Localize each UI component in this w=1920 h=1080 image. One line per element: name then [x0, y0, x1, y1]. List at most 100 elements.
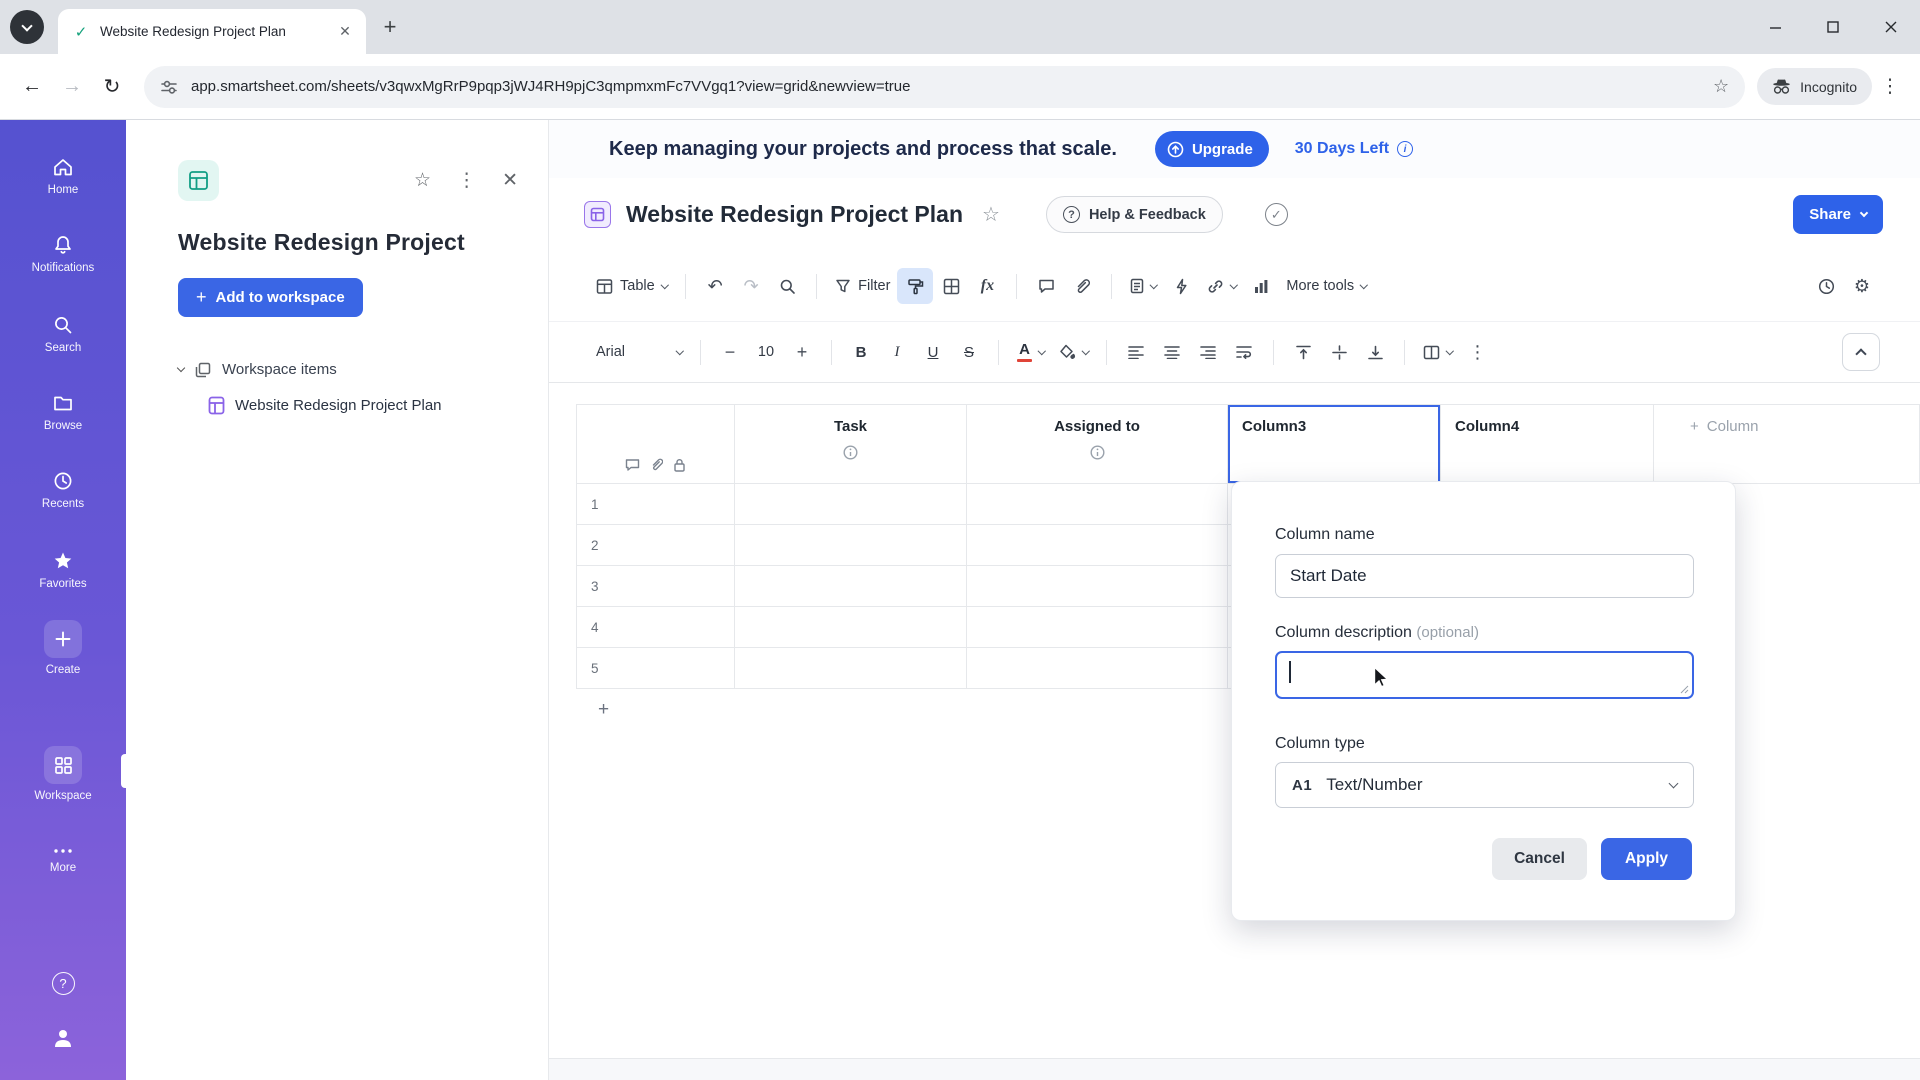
- filter-button[interactable]: Filter: [828, 268, 897, 304]
- tab-close-icon[interactable]: ✕: [334, 21, 356, 43]
- info-icon[interactable]: [1089, 445, 1105, 460]
- bottom-scroll-area[interactable]: [549, 1058, 1920, 1080]
- borders-button[interactable]: [933, 268, 969, 304]
- apply-button[interactable]: Apply: [1600, 838, 1692, 880]
- valign-middle-button[interactable]: [1321, 334, 1357, 370]
- row-number[interactable]: 4: [576, 607, 735, 648]
- row-number[interactable]: 3: [576, 566, 735, 607]
- font-select[interactable]: Arial: [589, 334, 689, 370]
- grid-cell[interactable]: [967, 484, 1228, 525]
- grid-cell[interactable]: [735, 566, 967, 607]
- info-icon[interactable]: [843, 445, 858, 460]
- column-header-column4[interactable]: Column4: [1441, 405, 1654, 484]
- format-painter-button[interactable]: [897, 268, 934, 304]
- back-button[interactable]: ←: [12, 67, 52, 107]
- redo-button[interactable]: ↷: [733, 268, 769, 304]
- site-info-icon[interactable]: [160, 78, 178, 96]
- decrease-font-button[interactable]: −: [712, 334, 748, 370]
- attachment-button[interactable]: [1064, 268, 1100, 304]
- align-left-button[interactable]: [1118, 334, 1154, 370]
- comment-button[interactable]: [1028, 268, 1064, 304]
- grid-corner-header[interactable]: [576, 405, 735, 484]
- text-color-button[interactable]: A: [1010, 334, 1052, 370]
- underline-button[interactable]: U: [915, 334, 951, 370]
- align-center-button[interactable]: [1154, 334, 1190, 370]
- font-size-value[interactable]: 10: [748, 334, 784, 370]
- resize-handle-icon[interactable]: [1680, 685, 1689, 694]
- sheet-list-item[interactable]: Website Redesign Project Plan: [208, 396, 518, 415]
- chart-button[interactable]: [1243, 268, 1279, 304]
- more-tools-button[interactable]: More tools: [1279, 268, 1373, 304]
- sidebar-item-notifications[interactable]: Notifications: [0, 234, 126, 274]
- add-column-button[interactable]: + Column: [1654, 405, 1920, 484]
- window-minimize-button[interactable]: [1746, 0, 1804, 54]
- grid-cell[interactable]: [967, 525, 1228, 566]
- add-to-workspace-button[interactable]: + Add to workspace: [178, 278, 363, 317]
- table-options-button[interactable]: [1416, 334, 1460, 370]
- account-button[interactable]: [0, 1026, 126, 1050]
- help-button[interactable]: ?: [0, 972, 126, 995]
- grid-cell[interactable]: [735, 525, 967, 566]
- search-button[interactable]: [769, 268, 805, 304]
- address-bar[interactable]: app.smartsheet.com/sheets/v3qwxMgRrP9pqp…: [144, 65, 1746, 108]
- column-type-select[interactable]: A1 Text/Number: [1275, 762, 1694, 808]
- column-header-column3[interactable]: Column3: [1228, 405, 1441, 484]
- grid-cell[interactable]: [967, 607, 1228, 648]
- panel-favorite-icon[interactable]: ☆: [414, 169, 431, 192]
- grid-cell[interactable]: [967, 648, 1228, 689]
- sidebar-item-recents[interactable]: Recents: [0, 470, 126, 510]
- sidebar-item-more[interactable]: More: [0, 846, 126, 874]
- grid-cell[interactable]: [735, 648, 967, 689]
- sidebar-item-favorites[interactable]: Favorites: [0, 550, 126, 590]
- sidebar-item-home[interactable]: Home: [0, 156, 126, 196]
- format-more-button[interactable]: ⋮: [1460, 334, 1496, 370]
- reload-button[interactable]: ↻: [92, 67, 132, 107]
- panel-menu-icon[interactable]: ⋮: [457, 169, 476, 192]
- formula-button[interactable]: fx: [969, 268, 1005, 304]
- settings-button[interactable]: ⚙: [1844, 268, 1880, 304]
- row-number[interactable]: 5: [576, 648, 735, 689]
- cancel-button[interactable]: Cancel: [1492, 838, 1587, 880]
- bookmark-star-icon[interactable]: ☆: [1713, 76, 1729, 97]
- wrap-text-button[interactable]: [1226, 334, 1262, 370]
- browser-tab[interactable]: ✓ Website Redesign Project Plan ✕: [58, 9, 366, 54]
- sidebar-item-browse[interactable]: Browse: [0, 392, 126, 432]
- row-number[interactable]: 1: [576, 484, 735, 525]
- forward-button[interactable]: →: [52, 67, 92, 107]
- activity-log-button[interactable]: [1808, 268, 1844, 304]
- panel-close-icon[interactable]: ✕: [502, 169, 518, 192]
- collapse-toolbar-button[interactable]: [1842, 333, 1880, 371]
- column-description-input[interactable]: [1275, 651, 1694, 699]
- strikethrough-button[interactable]: S: [951, 334, 987, 370]
- sidebar-item-workspace[interactable]: Workspace: [0, 746, 126, 802]
- link-button[interactable]: [1200, 268, 1244, 304]
- document-button[interactable]: [1123, 268, 1164, 304]
- window-close-button[interactable]: [1862, 0, 1920, 54]
- grid-cell[interactable]: [735, 607, 967, 648]
- workspace-items-toggle[interactable]: Workspace items: [176, 361, 518, 378]
- row-number[interactable]: 2: [576, 525, 735, 566]
- align-right-button[interactable]: [1190, 334, 1226, 370]
- new-tab-button[interactable]: +: [374, 11, 406, 43]
- valign-top-button[interactable]: [1285, 334, 1321, 370]
- automation-button[interactable]: [1164, 268, 1200, 304]
- grid-cell[interactable]: [967, 566, 1228, 607]
- fill-color-button[interactable]: [1052, 334, 1096, 370]
- column-header-assigned-to[interactable]: Assigned to: [967, 405, 1228, 484]
- upgrade-button[interactable]: Upgrade: [1154, 131, 1269, 167]
- favorite-sheet-icon[interactable]: ☆: [982, 202, 1000, 227]
- increase-font-button[interactable]: +: [784, 334, 820, 370]
- share-button[interactable]: Share: [1793, 195, 1883, 234]
- sidebar-item-create[interactable]: Create: [0, 620, 126, 676]
- browser-menu-button[interactable]: ⋮: [1872, 69, 1908, 105]
- undo-button[interactable]: ↶: [697, 268, 733, 304]
- bold-button[interactable]: B: [843, 334, 879, 370]
- column-header-task[interactable]: Task: [735, 405, 967, 484]
- valign-bottom-button[interactable]: [1357, 334, 1393, 370]
- column-name-input[interactable]: [1275, 554, 1694, 598]
- italic-button[interactable]: I: [879, 334, 915, 370]
- window-maximize-button[interactable]: [1804, 0, 1862, 54]
- info-icon[interactable]: i: [1397, 141, 1414, 157]
- table-view-button[interactable]: Table: [589, 268, 674, 304]
- sidebar-item-search[interactable]: Search: [0, 314, 126, 354]
